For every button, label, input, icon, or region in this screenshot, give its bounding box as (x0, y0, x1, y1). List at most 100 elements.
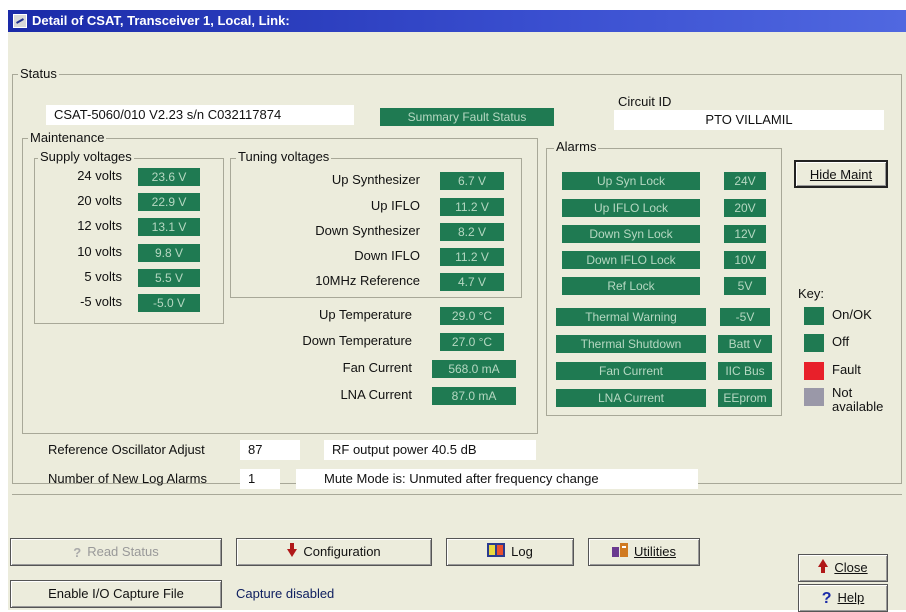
detail-window: Detail of CSAT, Transceiver 1, Local, Li… (8, 10, 906, 612)
tuning-label-down-synth: Down Synthesizer (315, 223, 420, 238)
supply-value-5v: 5.5 V (138, 269, 200, 287)
maintenance-group-label: Maintenance (28, 130, 107, 145)
circuit-id-value: PTO VILLAMIL (614, 110, 884, 130)
key-swatch-fault (804, 362, 824, 380)
alarm-batt-v: Batt V (718, 335, 772, 353)
key-title: Key: (798, 286, 825, 301)
tuning-value-down-synth: 8.2 V (440, 223, 504, 241)
alarm-down-iflo-lock: Down IFLO Lock (562, 251, 700, 269)
tuning-value-10mhz-ref: 4.7 V (440, 273, 504, 291)
capture-status: Capture disabled (236, 586, 335, 601)
tuning-label-10mhz-ref: 10MHz Reference (315, 273, 420, 288)
window-title: Detail of CSAT, Transceiver 1, Local, Li… (32, 13, 290, 28)
up-arrow-icon (818, 556, 829, 582)
help-label: Help (837, 590, 865, 605)
down-temperature-value: 27.0 °C (440, 333, 504, 351)
alarms-group-label: Alarms (554, 139, 599, 154)
key-swatch-not-available (804, 388, 824, 406)
close-label: Close (834, 560, 868, 575)
supply-value-neg5v: -5.0 V (138, 294, 200, 312)
tuning-value-up-synth: 6.7 V (440, 172, 504, 190)
summary-fault-indicator: Summary Fault Status (380, 108, 554, 126)
key-label-not-available: Not available (832, 385, 884, 414)
help-button[interactable]: ? Help (798, 584, 888, 612)
log-button[interactable]: Log (446, 538, 574, 566)
configuration-label: Configuration (303, 544, 381, 559)
supply-label-24v: 24 volts (77, 168, 122, 183)
utilities-icon (612, 540, 629, 566)
status-group-label: Status (18, 66, 59, 81)
alarm-down-syn-lock: Down Syn Lock (562, 225, 700, 243)
down-temperature-label: Down Temperature (302, 333, 412, 348)
supply-value-10v: 9.8 V (138, 244, 200, 262)
question-icon: ? (73, 544, 82, 560)
key-label-off: Off (832, 334, 850, 349)
mute-mode-status: Mute Mode is: Unmuted after frequency ch… (296, 469, 698, 489)
supply-label-10v: 10 volts (77, 244, 122, 259)
tuning-voltages-label: Tuning voltages (236, 149, 332, 164)
tuning-label-down-iflo: Down IFLO (354, 248, 420, 263)
supply-value-12v: 13.1 V (138, 218, 200, 236)
new-log-alarms-label: Number of New Log Alarms (48, 471, 207, 486)
alarm-12v: 12V (724, 225, 766, 243)
supply-value-24v: 23.6 V (138, 168, 200, 186)
alarm-10v: 10V (724, 251, 766, 269)
key-swatch-off (804, 334, 824, 352)
up-temperature-value: 29.0 °C (440, 307, 504, 325)
lna-current-label: LNA Current (340, 387, 412, 402)
up-temperature-label: Up Temperature (319, 307, 412, 322)
title-bar: Detail of CSAT, Transceiver 1, Local, Li… (8, 10, 906, 32)
alarm-lna-current: LNA Current (556, 389, 706, 407)
alarm-up-iflo-lock: Up IFLO Lock (562, 199, 700, 217)
separator (12, 494, 902, 495)
circuit-id-label: Circuit ID (618, 94, 672, 109)
rf-output-power: RF output power 40.5 dB (324, 440, 536, 460)
supply-label-neg5v: -5 volts (80, 294, 122, 309)
tuning-label-up-synth: Up Synthesizer (331, 172, 420, 187)
key-label-fault: Fault (832, 362, 861, 377)
alarm-eeprom: EEprom (718, 389, 772, 407)
alarm-24v: 24V (724, 172, 766, 190)
alarm-thermal-shutdown: Thermal Shutdown (556, 335, 706, 353)
alarm-5v: 5V (724, 277, 766, 295)
configuration-button[interactable]: Configuration (236, 538, 432, 566)
alarm-iic-bus: IIC Bus (718, 362, 772, 380)
log-icon (487, 540, 506, 566)
close-button[interactable]: Close (798, 554, 888, 582)
tuning-label-up-iflo: Up IFLO (370, 198, 420, 213)
supply-label-5v: 5 volts (84, 269, 122, 284)
alarm-up-syn-lock: Up Syn Lock (562, 172, 700, 190)
read-status-button[interactable]: ? Read Status (10, 538, 222, 566)
alarm-ref-lock: Ref Lock (562, 277, 700, 295)
log-label: Log (511, 544, 533, 559)
alarm-thermal-warning: Thermal Warning (556, 308, 706, 326)
alarm-20v: 20V (724, 199, 766, 217)
hide-maint-button[interactable]: Hide Maint (794, 160, 888, 188)
utilities-label: Utilities (634, 544, 676, 559)
key-label-on-ok: On/OK (832, 307, 872, 322)
fan-current-value: 568.0 mA (432, 360, 516, 378)
new-log-alarms-value: 1 (240, 469, 280, 489)
key-swatch-on-ok (804, 307, 824, 325)
enable-capture-label: Enable I/O Capture File (48, 586, 184, 601)
help-icon: ? (821, 589, 832, 607)
down-arrow-icon (287, 540, 298, 566)
tuning-value-down-iflo: 11.2 V (440, 248, 504, 266)
ref-osc-adjust-label: Reference Oscillator Adjust (48, 442, 205, 457)
supply-label-20v: 20 volts (77, 193, 122, 208)
alarm-neg5v: -5V (720, 308, 770, 326)
app-icon (13, 14, 27, 28)
supply-value-20v: 22.9 V (138, 193, 200, 211)
utilities-button[interactable]: Utilities (588, 538, 700, 566)
tuning-value-up-iflo: 11.2 V (440, 198, 504, 216)
supply-label-12v: 12 volts (77, 218, 122, 233)
enable-capture-button[interactable]: Enable I/O Capture File (10, 580, 222, 608)
lna-current-value: 87.0 mA (432, 387, 516, 405)
alarm-fan-current: Fan Current (556, 362, 706, 380)
fan-current-label: Fan Current (342, 360, 412, 375)
hide-maint-label: Hide Maint (809, 167, 873, 182)
ref-osc-adjust-value: 87 (240, 440, 300, 460)
device-info: CSAT-5060/010 V2.23 s/n C032117874 (46, 105, 354, 125)
read-status-label: Read Status (87, 544, 159, 559)
supply-voltages-label: Supply voltages (38, 149, 134, 164)
